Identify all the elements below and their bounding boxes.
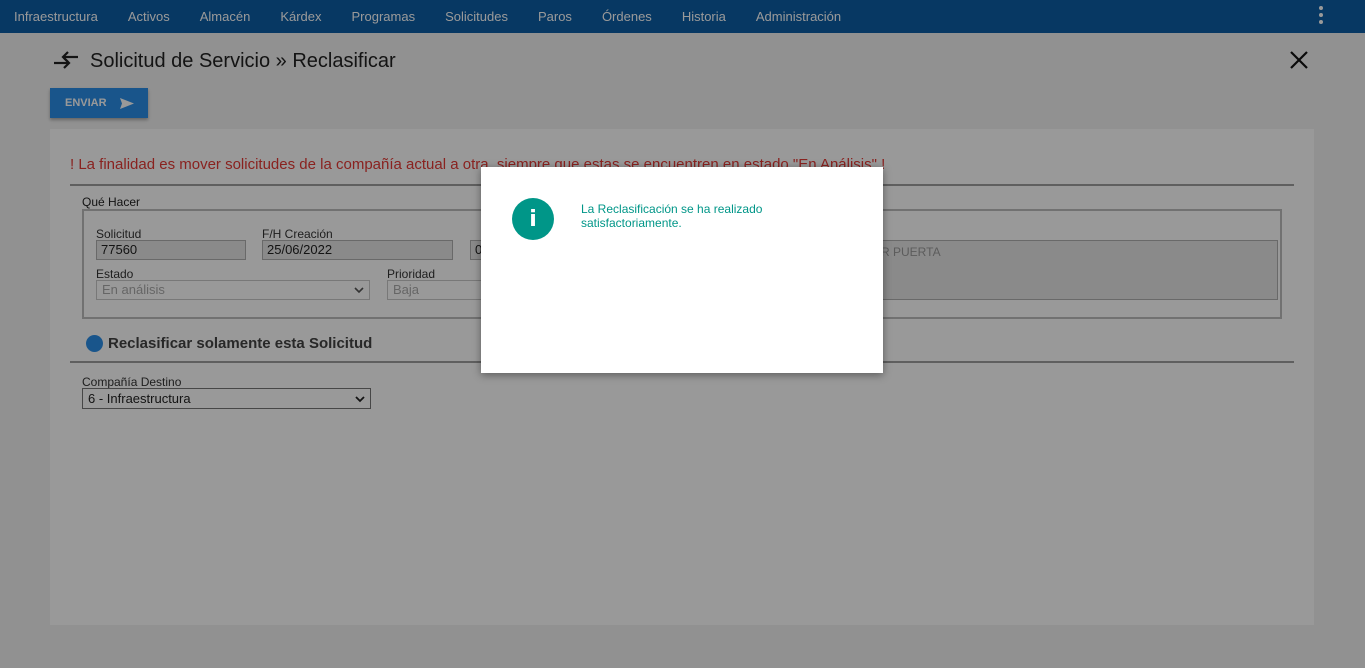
- dialog-message: La Reclasificación se ha realizado satis…: [581, 202, 763, 230]
- info-icon-glyph: i: [529, 206, 537, 232]
- info-icon: i: [512, 198, 554, 240]
- info-dialog: i La Reclasificación se ha realizado sat…: [481, 167, 883, 373]
